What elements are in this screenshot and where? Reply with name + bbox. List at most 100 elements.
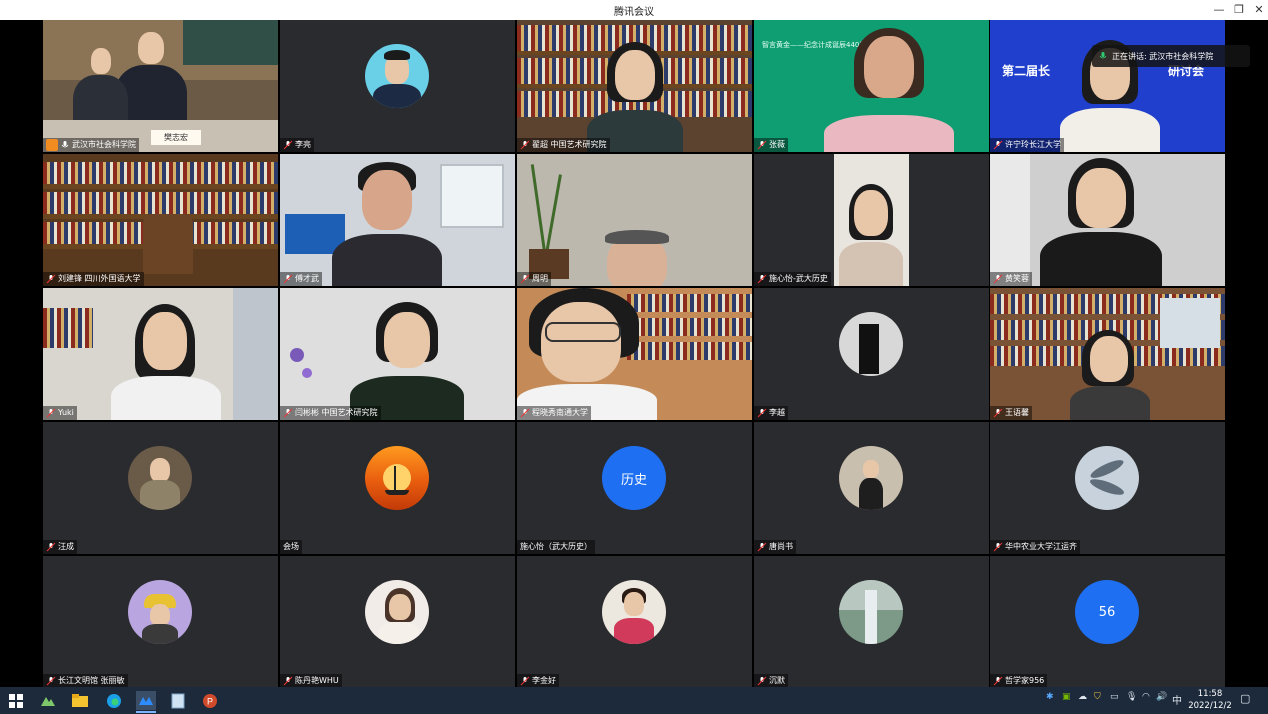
svg-text:P: P <box>207 696 213 706</box>
window-titlebar: 腾讯会议 — ❐ ✕ <box>0 0 1268 20</box>
avatar-initials: 历史 <box>620 472 647 488</box>
video-tile[interactable]: 56 哲学家956 <box>990 556 1225 688</box>
participant-name: 李亮 <box>295 140 311 149</box>
participant-name: 长江文明馆 张丽敏 <box>58 676 125 685</box>
avatar <box>839 446 903 510</box>
participant-name-bar: 沉默 <box>754 674 788 688</box>
participant-name: 哲学家956 <box>1005 676 1045 685</box>
avatar <box>602 580 666 644</box>
participant-name: Yuki <box>58 408 74 417</box>
participant-name-bar: 翟超 中国艺术研究院 <box>517 138 610 152</box>
mic-icon <box>61 141 69 148</box>
participant-name: 张薇 <box>769 140 785 149</box>
mic-muted-icon <box>993 140 1003 150</box>
participant-name: 傅才武 <box>295 274 319 283</box>
blue-slide-background-video: 第二届长 研讨会 <box>990 20 1225 152</box>
video-tile[interactable]: 施心怡-武大历史 <box>754 154 989 286</box>
speaking-indicator: 正在讲话: 武汉市社会科学院 <box>1092 45 1250 67</box>
video-tile[interactable]: 李亮 <box>280 20 515 152</box>
bluetooth-icon[interactable]: ✱ <box>1046 692 1054 702</box>
participant-name-bar: Yuki <box>43 406 77 420</box>
plant-background-video <box>517 154 752 286</box>
minimize-button[interactable]: — <box>1208 0 1230 20</box>
avatar <box>365 446 429 510</box>
video-tile[interactable]: 黄笑蓉 <box>990 154 1225 286</box>
mic-muted-icon <box>993 408 1003 418</box>
wifi-icon[interactable]: ◠ <box>1142 692 1150 702</box>
mic-muted-icon <box>46 408 56 418</box>
participant-name: 汪成 <box>58 542 74 551</box>
participant-name: 闫彬彬 中国艺术研究院 <box>295 408 378 417</box>
avatar-initials: 56 <box>1098 604 1116 620</box>
powerpoint-icon[interactable]: P <box>200 691 220 710</box>
app-icon[interactable] <box>168 691 188 710</box>
tencent-meeting-icon[interactable] <box>136 691 156 710</box>
office-background-video <box>280 154 515 286</box>
windows-start-icon[interactable] <box>6 691 26 710</box>
video-tile[interactable]: 汪成 <box>43 422 278 554</box>
video-tile[interactable]: 智言黄金——纪念计成诞辰440周年 张薇 <box>754 20 989 152</box>
notification-icon[interactable]: ▢ <box>1240 692 1250 705</box>
video-tile[interactable]: 李越 <box>754 288 989 420</box>
nameplate: 樊志宏 <box>151 130 201 145</box>
video-tile[interactable]: 樊志宏 武汉市社会科学院 <box>43 20 278 152</box>
participant-name: 周明 <box>532 274 548 283</box>
taskbar-clock[interactable]: 11:58 2022/12/2 <box>1180 688 1240 712</box>
participant-name-bar: 唐尚书 <box>754 540 796 554</box>
participant-name-bar: 华中农业大学江运齐 <box>990 540 1080 554</box>
bookshelf-background-video <box>990 288 1225 420</box>
video-tile[interactable]: 李金好 <box>517 556 752 688</box>
participant-name-bar: 汪成 <box>43 540 77 554</box>
shield-icon[interactable]: ⛉ <box>1094 692 1101 702</box>
glasses <box>545 322 621 342</box>
video-tile[interactable]: 傅才武 <box>280 154 515 286</box>
video-tile[interactable]: Yuki <box>43 288 278 420</box>
participant-name: 武汉市社会科学院 <box>72 140 136 149</box>
video-tile[interactable]: 王语馨 <box>990 288 1225 420</box>
video-tile[interactable]: 陈丹艳WHU <box>280 556 515 688</box>
mic-muted-icon <box>757 542 767 552</box>
participant-name: 程晓秀南通大学 <box>532 408 588 417</box>
mic-muted-icon <box>757 676 767 686</box>
nvidia-icon[interactable]: ▣ <box>1062 692 1071 702</box>
microphone-icon[interactable]: 🎙 <box>1126 692 1137 702</box>
close-button[interactable]: ✕ <box>1248 0 1268 20</box>
video-tile[interactable]: 刘建锋 四川外国语大学 <box>43 154 278 286</box>
participant-name-bar: 周明 <box>517 272 551 286</box>
participant-name-bar: 李金好 <box>517 674 559 688</box>
participant-name: 李金好 <box>532 676 556 685</box>
restore-button[interactable]: ❐ <box>1228 0 1250 20</box>
participant-name: 李越 <box>769 408 785 417</box>
participant-name-bar: 黄笑蓉 <box>990 272 1032 286</box>
mic-muted-icon <box>520 408 530 418</box>
video-tile[interactable]: 翟超 中国艺术研究院 <box>517 20 752 152</box>
video-tile[interactable]: 华中农业大学江运齐 <box>990 422 1225 554</box>
video-tile[interactable]: 唐尚书 <box>754 422 989 554</box>
video-tile[interactable]: 闫彬彬 中国艺术研究院 <box>280 288 515 420</box>
edge-browser-icon[interactable] <box>104 691 124 710</box>
video-tile[interactable]: 周明 <box>517 154 752 286</box>
file-explorer-icon[interactable] <box>70 691 90 710</box>
avatar: 56 <box>1075 580 1139 644</box>
mic-muted-icon <box>520 140 530 150</box>
cloud-icon[interactable]: ☁ <box>1078 692 1087 702</box>
video-tile[interactable]: 会场 <box>280 422 515 554</box>
video-tile[interactable]: 长江文明馆 张丽敏 <box>43 556 278 688</box>
avatar <box>839 580 903 644</box>
battery-icon[interactable]: ▭ <box>1110 692 1119 702</box>
green-slide-background-video: 智言黄金——纪念计成诞辰440周年 <box>754 20 989 152</box>
video-tile[interactable]: 历史 施心怡（武大历史） <box>517 422 752 554</box>
slide-header-text: 智言黄金——纪念计成诞辰440周年 <box>762 41 862 49</box>
mic-muted-icon <box>520 274 530 284</box>
video-tile[interactable]: 第二届长 研讨会 许宁玲长江大学 <box>990 20 1225 152</box>
video-tile[interactable]: 沉默 <box>754 556 989 688</box>
video-tile[interactable]: 程晓秀南通大学 <box>517 288 752 420</box>
participant-name-bar: 张薇 <box>754 138 788 152</box>
participant-name-bar: 陈丹艳WHU <box>280 674 342 688</box>
app-icon[interactable] <box>38 691 58 710</box>
participant-name-bar: 刘建锋 四川外国语大学 <box>43 272 144 286</box>
flower-background-video <box>280 288 515 420</box>
participant-name-bar: 长江文明馆 张丽敏 <box>43 674 128 688</box>
volume-icon[interactable]: 🔊 <box>1156 692 1167 702</box>
portrait-video <box>754 154 989 286</box>
